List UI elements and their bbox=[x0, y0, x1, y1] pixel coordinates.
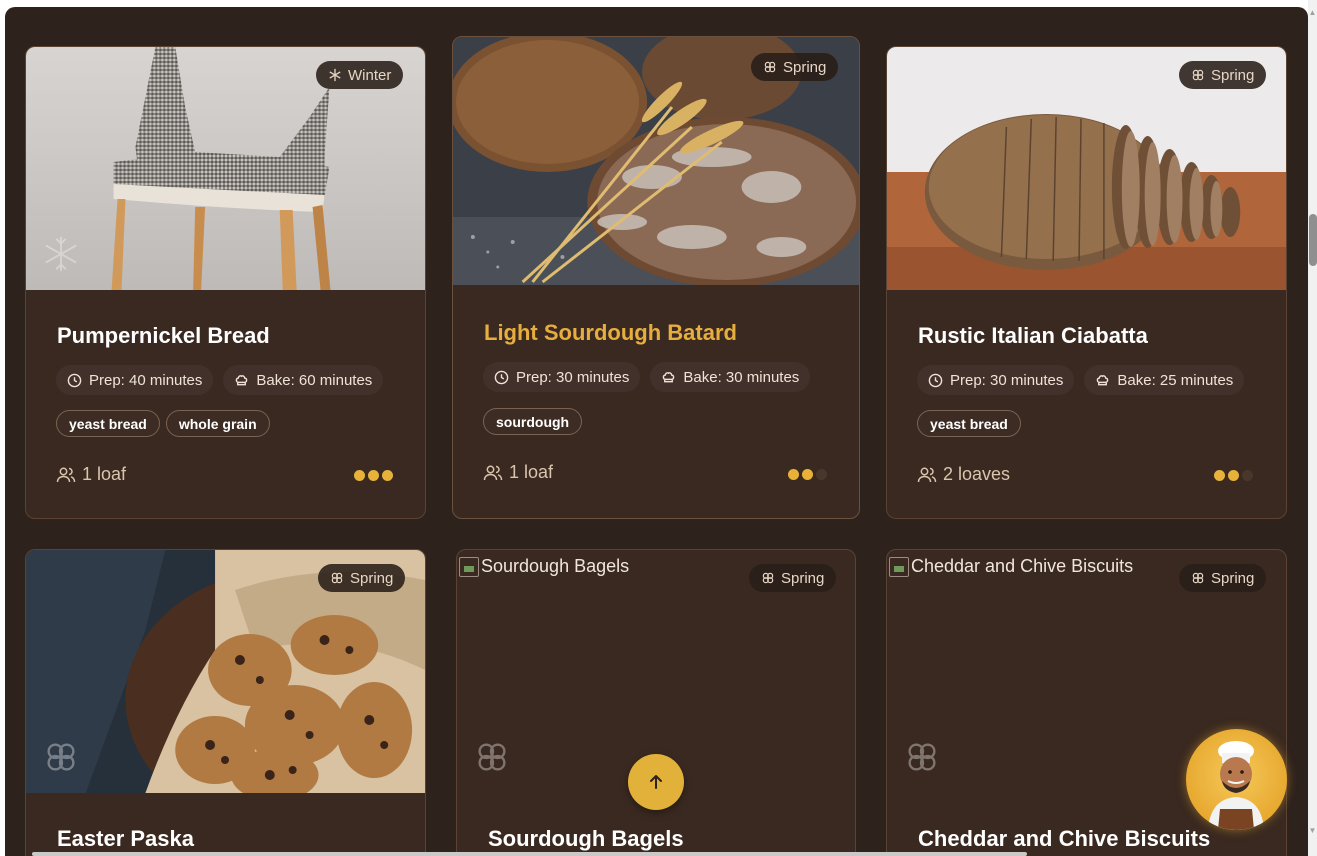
bake-time-label: Bake: 25 minutes bbox=[1117, 371, 1234, 389]
season-badge: Spring bbox=[1179, 564, 1267, 592]
clock-icon bbox=[67, 373, 82, 387]
bake-time-label: Bake: 30 minutes bbox=[683, 368, 800, 386]
season-badge: Spring bbox=[1179, 61, 1267, 89]
tag[interactable]: sourdough bbox=[483, 408, 583, 435]
difficulty-dot bbox=[1214, 470, 1225, 481]
difficulty-dot bbox=[1228, 470, 1239, 481]
yield-label: 2 loaves bbox=[943, 464, 1011, 484]
scroll-thumb[interactable] bbox=[1309, 214, 1317, 266]
recipe-grid-viewport: Winter Pumpernickel Bread Prep: 40 minut… bbox=[5, 7, 1308, 856]
image-alt-text: Sourdough Bagels bbox=[481, 556, 630, 576]
bake-time: Bake: 25 minutes bbox=[1084, 365, 1245, 395]
difficulty-dot bbox=[816, 469, 827, 480]
chef-hat-icon bbox=[1097, 374, 1109, 385]
flower-icon bbox=[478, 743, 506, 771]
season-badge: Spring bbox=[318, 564, 406, 592]
scroll-up-icon[interactable]: ▲ bbox=[1308, 8, 1317, 18]
clock-icon bbox=[928, 373, 943, 387]
prep-time-label: Prep: 40 minutes bbox=[89, 371, 203, 389]
tag[interactable]: yeast bread bbox=[56, 410, 160, 437]
difficulty-dot bbox=[1242, 470, 1253, 481]
recipe-title[interactable]: Sourdough Bagels bbox=[488, 826, 684, 852]
snowflake-icon bbox=[329, 68, 341, 82]
arrow-up-icon bbox=[650, 775, 662, 789]
season-label: Spring bbox=[781, 569, 825, 587]
broken-image-icon bbox=[459, 556, 479, 577]
prep-time-label: Prep: 30 minutes bbox=[516, 368, 630, 386]
season-badge: Spring bbox=[751, 53, 839, 81]
yield-label: 1 loaf bbox=[509, 462, 554, 482]
flower-icon bbox=[47, 743, 75, 771]
difficulty-dot bbox=[788, 469, 799, 480]
recipe-card-easter-paska[interactable]: Spring Easter Paska bbox=[25, 549, 426, 856]
chef-hat-icon bbox=[236, 374, 248, 385]
prep-time: Prep: 40 minutes bbox=[56, 365, 214, 395]
people-icon bbox=[483, 465, 503, 480]
recipe-card-light-sourdough[interactable]: Spring Light Sourdough Batard Prep: 30 m… bbox=[452, 36, 860, 519]
recipe-card-ciabatta[interactable]: Spring Rustic Italian Ciabatta Prep: 30 … bbox=[886, 46, 1287, 519]
scroll-down-icon[interactable]: ▼ bbox=[1308, 826, 1317, 836]
prep-time: Prep: 30 minutes bbox=[917, 365, 1075, 395]
season-badge: Spring bbox=[749, 564, 837, 592]
difficulty-dot bbox=[354, 470, 365, 481]
season-label: Spring bbox=[1211, 569, 1255, 587]
difficulty-dot bbox=[382, 470, 393, 481]
season-label: Spring bbox=[350, 569, 394, 587]
season-badge: Winter bbox=[316, 61, 404, 89]
recipe-title[interactable]: Pumpernickel Bread bbox=[57, 323, 270, 349]
prep-time: Prep: 30 minutes bbox=[483, 362, 641, 392]
season-label: Winter bbox=[348, 66, 392, 84]
flower-icon bbox=[764, 61, 776, 73]
difficulty-dot bbox=[368, 470, 379, 481]
difficulty-indicator bbox=[1214, 470, 1253, 481]
back-to-top-button[interactable] bbox=[628, 754, 684, 810]
bake-time: Bake: 30 minutes bbox=[650, 362, 811, 392]
yield-label: 1 loaf bbox=[82, 464, 127, 484]
flower-icon bbox=[1192, 572, 1204, 584]
bake-time: Bake: 60 minutes bbox=[223, 365, 384, 395]
difficulty-indicator bbox=[354, 470, 393, 481]
flower-icon bbox=[908, 743, 936, 771]
recipe-title[interactable]: Rustic Italian Ciabatta bbox=[918, 323, 1148, 349]
recipe-card-pumpernickel[interactable]: Winter Pumpernickel Bread Prep: 40 minut… bbox=[25, 46, 426, 519]
chef-hat-icon bbox=[663, 371, 675, 382]
horizontal-scrollbar[interactable] bbox=[32, 852, 1027, 856]
tag[interactable]: whole grain bbox=[165, 410, 270, 437]
difficulty-dot bbox=[802, 469, 813, 480]
flower-icon bbox=[331, 572, 343, 584]
clock-icon bbox=[494, 370, 509, 384]
season-label: Spring bbox=[783, 58, 827, 76]
flower-icon bbox=[1192, 69, 1204, 81]
vertical-scrollbar[interactable]: ▲ ▼ bbox=[1308, 0, 1317, 856]
recipe-title[interactable]: Light Sourdough Batard bbox=[484, 320, 737, 346]
difficulty-indicator bbox=[788, 469, 827, 480]
broken-image-icon bbox=[889, 556, 909, 577]
bake-time-label: Bake: 60 minutes bbox=[256, 371, 373, 389]
recipe-title[interactable]: Cheddar and Chive Biscuits bbox=[918, 826, 1210, 852]
image-alt-text: Cheddar and Chive Biscuits bbox=[911, 556, 1134, 576]
recipe-title[interactable]: Easter Paska bbox=[57, 826, 194, 852]
chef-assistant-avatar[interactable] bbox=[1186, 729, 1287, 830]
snowflake-icon bbox=[45, 236, 77, 272]
season-label: Spring bbox=[1211, 66, 1255, 84]
flower-icon bbox=[762, 572, 774, 584]
people-icon bbox=[56, 467, 76, 482]
prep-time-label: Prep: 30 minutes bbox=[950, 371, 1064, 389]
people-icon bbox=[917, 467, 937, 482]
tag[interactable]: yeast bread bbox=[917, 410, 1021, 437]
